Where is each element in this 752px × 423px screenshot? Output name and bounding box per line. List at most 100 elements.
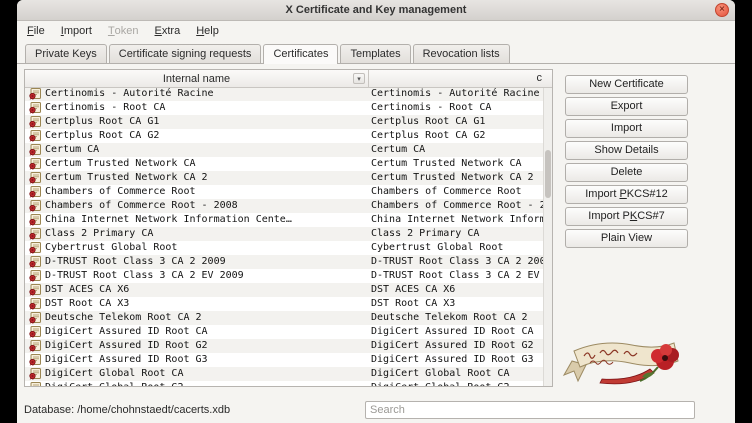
table-row[interactable]: Certplus Root CA G2 Certplus Root CA G2 xyxy=(25,129,543,143)
delete-button[interactable]: Delete xyxy=(565,163,688,182)
cell-common-name: Chambers of Commerce Root - 2008 xyxy=(371,199,543,213)
certificates-table[interactable]: Internal name ▾ c Certinomis - Autorité … xyxy=(24,69,553,387)
table-row[interactable]: Chambers of Commerce RootChambers of Com… xyxy=(25,185,543,199)
cell-common-name: Certum Trusted Network CA 2 xyxy=(371,171,543,185)
table-row[interactable]: DigiCert Assured ID Root CA DigiCert Assu… xyxy=(25,325,543,339)
cell-internal-name: Certinomis - Root CA xyxy=(45,101,367,115)
table-row[interactable]: Chambers of Commerce Root - 2008 Chambers… xyxy=(25,199,543,213)
cell-internal-name: Certplus Root CA G2 xyxy=(45,129,367,143)
cell-common-name: DigiCert Global Root G2 xyxy=(371,381,543,386)
cell-internal-name: DST ACES CA X6 xyxy=(45,283,367,297)
export-button[interactable]: Export xyxy=(565,97,688,116)
table-row[interactable]: D-TRUST Root Class 3 CA 2 EV 2009D-TRUST… xyxy=(25,269,543,283)
tab-certificate-signing-requests[interactable]: Certificate signing requests xyxy=(109,44,262,63)
certificate-icon xyxy=(28,326,42,338)
cell-internal-name: Deutsche Telekom Root CA 2 xyxy=(45,311,367,325)
window-title: X Certificate and Key management xyxy=(286,4,467,16)
cell-common-name: Cybertrust Global Root xyxy=(371,241,543,255)
table-row[interactable]: Certinomis - Autorité Racine Certinomis -… xyxy=(25,87,543,101)
table-row[interactable]: DigiCert Global Root CADigiCert Global R… xyxy=(25,367,543,381)
certificate-icon xyxy=(28,116,42,128)
table-row[interactable]: Class 2 Primary CAClass 2 Primary CA xyxy=(25,227,543,241)
certificate-icon xyxy=(28,298,42,310)
table-row[interactable]: Cybertrust Global Root Cybertrust Global … xyxy=(25,241,543,255)
database-path: Database: /home/chohnstaedt/cacerts.xdb xyxy=(24,404,230,416)
tab-certificates[interactable]: Certificates xyxy=(263,44,338,64)
tab-templates[interactable]: Templates xyxy=(340,44,410,63)
certificate-icon xyxy=(28,158,42,170)
cell-internal-name: DigiCert Assured ID Root G2 xyxy=(45,339,367,353)
table-row[interactable]: DigiCert Assured ID Root G2 DigiCert Assu… xyxy=(25,339,543,353)
column-header-label: Internal name xyxy=(163,73,230,85)
sort-indicator-icon[interactable]: ▾ xyxy=(353,73,365,84)
table-row[interactable]: Deutsche Telekom Root CA 2Deutsche Telek… xyxy=(25,311,543,325)
cell-internal-name: D-TRUST Root Class 3 CA 2 EV 2009 xyxy=(45,269,367,283)
cell-common-name: DigiCert Assured ID Root G2 xyxy=(371,339,543,353)
cell-internal-name: China Internet Network Information Cente… xyxy=(45,213,367,227)
new-certificate-button[interactable]: New Certificate xyxy=(565,75,688,94)
table-row[interactable]: DigiCert Assured ID Root G3DigiCert Assu… xyxy=(25,353,543,367)
menu-help[interactable]: Help xyxy=(188,21,227,40)
import-pkcs-12-button[interactable]: Import PKCS#12 xyxy=(565,185,688,204)
table-row[interactable]: Certum Trusted Network CA 2Certum Truste… xyxy=(25,171,543,185)
cell-internal-name: Cybertrust Global Root xyxy=(45,241,367,255)
cell-internal-name: Chambers of Commerce Root - 2008 xyxy=(45,199,367,213)
cell-common-name: DigiCert Assured ID Root G3 xyxy=(371,353,543,367)
import-button[interactable]: Import xyxy=(565,119,688,138)
cell-internal-name: DST Root CA X3 xyxy=(45,297,367,311)
titlebar[interactable]: X Certificate and Key management ✕ xyxy=(17,0,735,21)
cell-common-name: Certinomis - Autorité Racine xyxy=(371,87,543,101)
cell-internal-name: Certplus Root CA G1 xyxy=(45,115,367,129)
cell-common-name: Certum Trusted Network CA xyxy=(371,157,543,171)
show-details-button[interactable]: Show Details xyxy=(565,141,688,160)
column-header-label: c xyxy=(537,72,543,84)
vertical-scrollbar[interactable] xyxy=(543,87,552,386)
menu-extra[interactable]: Extra xyxy=(147,21,189,40)
scrollbar-thumb[interactable] xyxy=(545,150,551,198)
certificate-icon xyxy=(28,102,42,114)
certificate-icon xyxy=(28,340,42,352)
cell-internal-name: DigiCert Assured ID Root CA xyxy=(45,325,367,339)
certificate-icon xyxy=(28,242,42,254)
certificate-icon xyxy=(28,186,42,198)
cell-common-name: DigiCert Assured ID Root CA xyxy=(371,325,543,339)
search-input[interactable] xyxy=(365,401,695,419)
close-icon: ✕ xyxy=(719,6,726,14)
column-header-second[interactable]: c xyxy=(370,70,543,87)
close-button[interactable]: ✕ xyxy=(715,3,729,17)
table-row[interactable]: Certplus Root CA G1Certplus Root CA G1 xyxy=(25,115,543,129)
certificate-icon xyxy=(28,270,42,282)
table-row[interactable]: Certinomis - Root CACertinomis - Root CA xyxy=(25,101,543,115)
cell-common-name: DST Root CA X3 xyxy=(371,297,543,311)
table-row[interactable]: Certum Trusted Network CACertum Trusted … xyxy=(25,157,543,171)
certificate-icon xyxy=(28,130,42,142)
table-row[interactable]: DST Root CA X3 DST Root CA X3 xyxy=(25,297,543,311)
table-row[interactable]: D-TRUST Root Class 3 CA 2 2009D-TRUST Ro… xyxy=(25,255,543,269)
import-pkcs-7-button[interactable]: Import PKCS#7 xyxy=(565,207,688,226)
table-row[interactable]: DST ACES CA X6 DST ACES CA X6 xyxy=(25,283,543,297)
cell-common-name: Certplus Root CA G2 xyxy=(371,129,543,143)
table-row[interactable]: DigiCert Global Root G2 DigiCert Global R… xyxy=(25,381,543,386)
cell-internal-name: Certinomis - Autorité Racine xyxy=(45,87,367,101)
plain-view-button[interactable]: Plain View xyxy=(565,229,688,248)
table-row[interactable]: Certum CACertum CA xyxy=(25,143,543,157)
certificate-icon xyxy=(28,354,42,366)
tab-revocation-lists[interactable]: Revocation lists xyxy=(413,44,510,63)
cell-common-name: China Internet Network Information Cente… xyxy=(371,213,543,227)
certificate-icon xyxy=(28,368,42,380)
menu-file[interactable]: File xyxy=(19,21,53,40)
cell-common-name: DigiCert Global Root CA xyxy=(371,367,543,381)
xca-logo-banner xyxy=(562,323,692,389)
certificate-icon xyxy=(28,382,42,386)
certificate-icon xyxy=(28,228,42,240)
table-row[interactable]: China Internet Network Information Cente… xyxy=(25,213,543,227)
cell-internal-name: DigiCert Global Root G2 xyxy=(45,381,367,386)
certificate-icon xyxy=(28,284,42,296)
tab-private-keys[interactable]: Private Keys xyxy=(25,44,107,63)
main-panel: Internal name ▾ c Certinomis - Autorité … xyxy=(17,63,735,397)
cell-common-name: DST ACES CA X6 xyxy=(371,283,543,297)
certificate-icon xyxy=(28,256,42,268)
cell-internal-name: D-TRUST Root Class 3 CA 2 2009 xyxy=(45,255,367,269)
menu-import[interactable]: Import xyxy=(53,21,100,40)
column-header-internal-name[interactable]: Internal name ▾ xyxy=(25,70,369,87)
